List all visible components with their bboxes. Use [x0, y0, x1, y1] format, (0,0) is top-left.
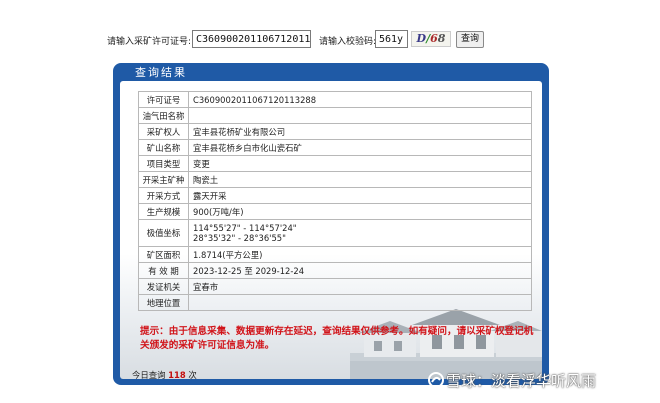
table-row: 项目类型 变更 [138, 155, 532, 172]
search-bar: 请输入采矿许可证号: C3609002011067120113288 请输入校验… [0, 30, 660, 52]
snowball-logo-icon [428, 372, 444, 388]
row-key: 生产规模 [138, 203, 189, 220]
row-key: 油气田名称 [138, 107, 189, 124]
row-key: 项目类型 [138, 155, 189, 172]
row-key: 矿区面积 [138, 246, 189, 263]
row-value: 1.8714(平方公里) [188, 246, 532, 263]
row-key: 开采方式 [138, 187, 189, 204]
table-row: 矿山名称 宜丰县花桥乡白市化山瓷石矿 [138, 139, 532, 156]
watermark-text: 雪球：淡看浮华听风雨 [446, 372, 597, 390]
row-key: 极值坐标 [138, 219, 189, 247]
row-key: 采矿权人 [138, 123, 189, 140]
table-row: 矿区面积 1.8714(平方公里) [138, 246, 532, 263]
row-value [188, 107, 532, 124]
longitude-range: 114°55'27" - 114°57'24" [193, 223, 297, 233]
license-label: 请输入采矿许可证号: [107, 37, 192, 47]
panel-header: 查询结果 [113, 63, 549, 81]
row-value: 陶瓷土 [188, 171, 532, 188]
row-key: 发证机关 [138, 278, 189, 295]
table-row: 采矿权人 宜丰县花桥矿业有限公司 [138, 123, 532, 140]
table-row: 有 效 期 2023-12-25 至 2029-12-24 [138, 262, 532, 279]
row-key: 地理位置 [138, 294, 189, 311]
captcha-image[interactable]: D/68 [411, 31, 451, 47]
code-label: 请输入校验码: [319, 37, 377, 47]
count-number: 118 [168, 370, 186, 379]
row-value: 900(万吨/年) [188, 203, 532, 220]
license-input[interactable]: C3609002011067120113288 [192, 30, 311, 48]
panel-title: 查询结果 [135, 66, 187, 79]
table-row: 地理位置 [138, 294, 532, 311]
table-row: 开采方式 露天开采 [138, 187, 532, 204]
row-value-coordinates: 114°55'27" - 114°57'24" 28°35'32" - 28°36… [188, 219, 532, 247]
count-suffix: 次 [188, 370, 197, 379]
row-value: 2023-12-25 至 2029-12-24 [188, 262, 532, 279]
table-row: 开采主矿种 陶瓷土 [138, 171, 532, 188]
table-row: 发证机关 宜春市 [138, 278, 532, 295]
row-value: 宜春市 [188, 278, 532, 295]
row-value [188, 294, 532, 311]
query-button[interactable]: 查询 [456, 31, 484, 48]
row-value: C3609002011067120113288 [188, 91, 532, 108]
panel-body: 许可证号 C3609002011067120113288 油气田名称 采矿权人 宜丰… [120, 81, 542, 379]
query-count: 今日查询 118 次 [132, 369, 197, 379]
result-table: 许可证号 C3609002011067120113288 油气田名称 采矿权人 宜丰… [138, 91, 532, 311]
row-value: 宜丰县花桥矿业有限公司 [188, 123, 532, 140]
row-value: 变更 [188, 155, 532, 172]
row-value: 露天开采 [188, 187, 532, 204]
latitude-range: 28°35'32" - 28°36'55" [193, 233, 286, 243]
row-key: 开采主矿种 [138, 171, 189, 188]
count-prefix: 今日查询 [132, 370, 166, 379]
watermark: 雪球：淡看浮华听风雨 [428, 370, 596, 391]
table-row: 油气田名称 [138, 107, 532, 124]
row-key: 有 效 期 [138, 262, 189, 279]
result-panel: 查询结果 许可证号 C3609002011067120113288 油气田名称 采… [113, 63, 549, 385]
table-row: 许可证号 C3609002011067120113288 [138, 91, 532, 108]
table-row: 极值坐标 114°55'27" - 114°57'24" 28°35'32" - 2… [138, 219, 532, 247]
code-input[interactable]: 561y [375, 30, 408, 48]
row-value: 宜丰县花桥乡白市化山瓷石矿 [188, 139, 532, 156]
table-row: 生产规模 900(万吨/年) [138, 203, 532, 220]
row-key: 许可证号 [138, 91, 189, 108]
row-key: 矿山名称 [138, 139, 189, 156]
notice-text: 提示：由于信息采集、数据更新存在延迟，查询结果仅供参考。如有疑问，请以采矿权登记… [140, 326, 534, 351]
